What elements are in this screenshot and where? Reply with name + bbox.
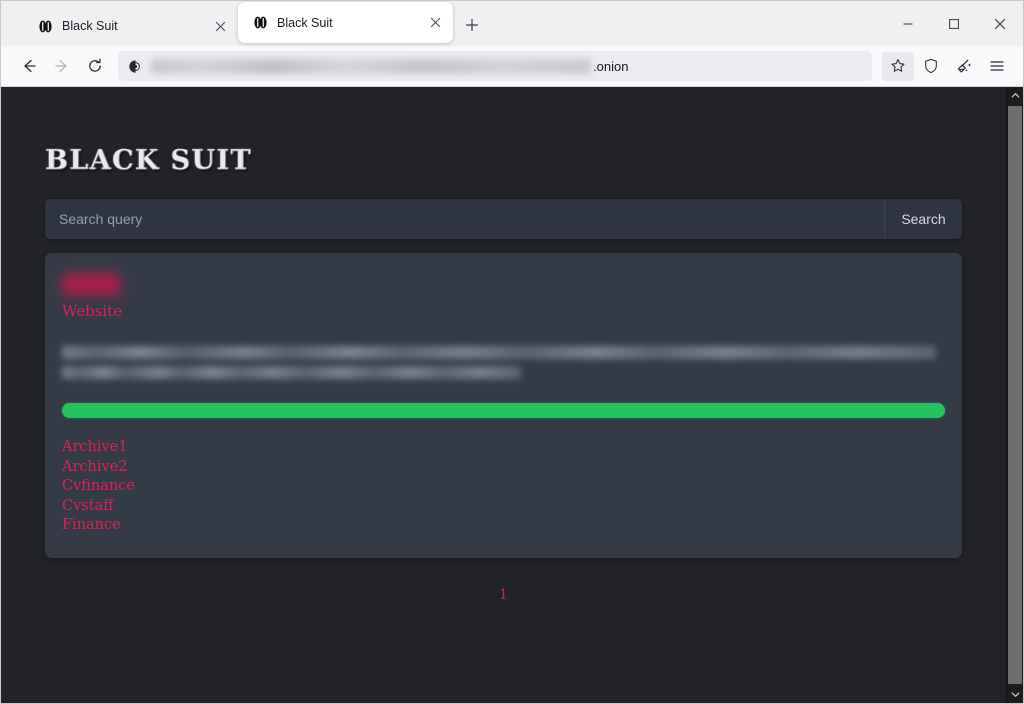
file-link-archive1[interactable]: Archive1 — [62, 438, 945, 458]
result-description-redacted — [62, 346, 945, 379]
tab-title: Black Suit — [62, 19, 118, 33]
browser-window: Black Suit Black Suit .onion BLACK SUIT … — [0, 0, 1024, 704]
tab-black-suit-2[interactable]: Black Suit — [238, 2, 453, 43]
tab-close-icon[interactable] — [210, 16, 230, 36]
black-suit-favicon-icon — [37, 18, 53, 34]
search-button[interactable]: Search — [884, 199, 962, 239]
tor-onion-icon — [127, 58, 144, 75]
url-suffix: .onion — [593, 58, 629, 74]
minimize-button[interactable] — [885, 1, 931, 46]
page-scrollbar[interactable] — [1006, 87, 1023, 703]
file-link-cvfinance[interactable]: Cvfinance — [62, 477, 945, 497]
shield-icon[interactable] — [915, 52, 947, 81]
black-suit-favicon-icon — [252, 15, 268, 31]
tab-title: Black Suit — [277, 15, 333, 30]
scrollbar-trough[interactable] — [1007, 104, 1023, 686]
window-controls — [885, 1, 1023, 46]
pagination: 1 — [45, 586, 962, 604]
address-bar-text: .onion — [151, 58, 864, 74]
new-tab-button[interactable] — [457, 10, 487, 40]
pagination-page-1[interactable]: 1 — [499, 587, 508, 603]
result-title-redacted — [62, 273, 120, 296]
page-viewport: BLACK SUIT Search Website — [1, 87, 1023, 703]
file-link-archive2[interactable]: Archive2 — [62, 458, 945, 478]
file-link-cvstaff[interactable]: Cvstaff — [62, 497, 945, 517]
tab-black-suit-1[interactable]: Black Suit — [23, 6, 238, 46]
toolbar-icons — [882, 51, 1013, 81]
search-bar: Search — [45, 199, 962, 239]
file-link-finance[interactable]: Finance — [62, 516, 945, 536]
search-result-card: Website Archive1 Archive2 Cvfinance Cvst… — [45, 253, 962, 558]
new-identity-broom-icon[interactable] — [948, 52, 980, 81]
publication-progress-bar — [62, 403, 945, 418]
scroll-down-icon[interactable] — [1007, 686, 1023, 703]
bookmark-star-icon[interactable] — [882, 51, 914, 81]
navigation-toolbar: .onion — [1, 46, 1023, 87]
reload-icon[interactable] — [79, 52, 110, 81]
scroll-up-icon[interactable] — [1007, 87, 1023, 104]
website-link[interactable]: Website — [62, 302, 122, 320]
hamburger-menu-icon[interactable] — [981, 52, 1013, 81]
page-title: BLACK SUIT — [45, 145, 252, 176]
maximize-button[interactable] — [931, 1, 977, 46]
back-arrow-icon[interactable] — [13, 52, 44, 81]
url-redacted-block — [151, 58, 591, 74]
progress-fill — [62, 403, 945, 418]
scrollbar-thumb[interactable] — [1008, 106, 1022, 684]
leak-file-links: Archive1 Archive2 Cvfinance Cvstaff Fina… — [62, 438, 945, 536]
tab-strip: Black Suit Black Suit — [1, 1, 1023, 46]
blacksuit-page: BLACK SUIT Search Website — [1, 87, 1006, 703]
close-button[interactable] — [977, 1, 1023, 46]
search-input[interactable] — [45, 199, 884, 239]
address-bar[interactable]: .onion — [118, 51, 872, 81]
description-line — [62, 366, 522, 379]
tab-close-icon[interactable] — [425, 13, 445, 33]
forward-arrow-icon[interactable] — [46, 52, 77, 81]
description-line — [62, 346, 937, 359]
